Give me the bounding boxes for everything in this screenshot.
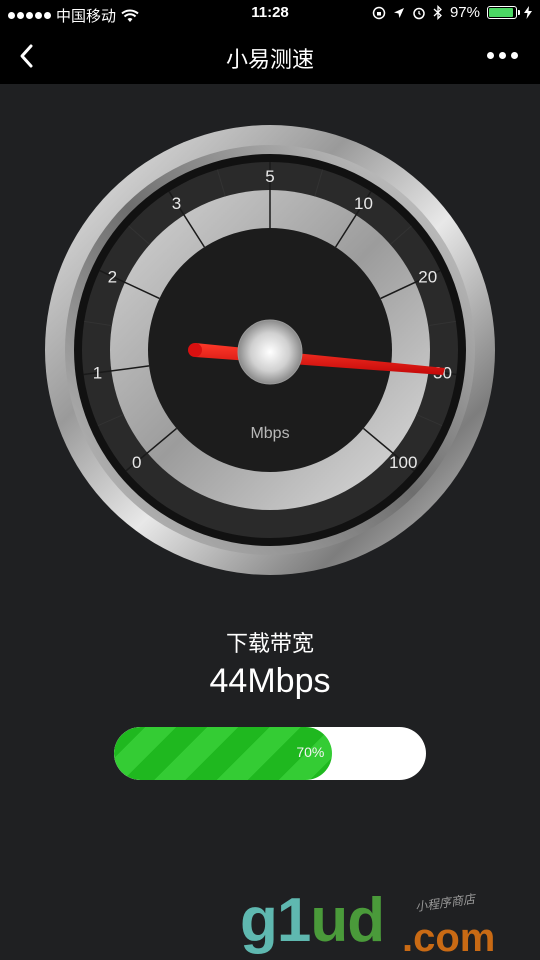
gauge-scale-label: 3: [172, 194, 181, 213]
gauge-scale-label: 1: [93, 364, 102, 383]
bandwidth-label: 下载带宽: [225, 631, 314, 656]
bandwidth-value: 44Mbps: [209, 662, 331, 700]
more-options-icon[interactable]: [487, 44, 518, 67]
watermark-brand: g1ud: [240, 886, 385, 955]
watermark-subtitle: 小程序商店: [414, 891, 476, 915]
alarm-icon: [413, 7, 425, 19]
bluetooth-icon: [433, 5, 442, 20]
battery-icon: [487, 6, 520, 19]
status-bar: 中国移动 11:28 97%: [0, 0, 540, 28]
progress-bar-fill: 70%: [114, 727, 333, 780]
gauge-scale-label: 2: [108, 267, 117, 286]
charging-icon: [524, 6, 532, 19]
watermark-domain: .com: [402, 916, 496, 960]
gauge-unit-label: Mbps: [250, 425, 289, 442]
speed-gauge: 01235102030100 Mbps: [45, 125, 495, 575]
gauge-scale-label: 20: [418, 267, 437, 286]
orientation-lock-icon: [372, 6, 386, 19]
watermark-logo: g1ud .com 小程序商店: [240, 890, 540, 960]
battery-percent: 97%: [449, 4, 480, 21]
gauge-scale-label: 10: [354, 194, 373, 213]
progress-percent: 70%: [296, 744, 325, 760]
location-icon: [393, 7, 404, 18]
gauge-scale-label: 0: [132, 453, 141, 472]
page-title: 小易测速: [225, 47, 314, 72]
nav-bar: 小易测速: [0, 28, 540, 84]
progress-track: 70%: [114, 727, 426, 780]
status-right: 97%: [372, 4, 532, 21]
gauge-scale-label: 5: [265, 167, 274, 186]
gauge-needle-tail: [188, 343, 202, 357]
gauge-scale-label: 100: [389, 453, 417, 472]
gauge-hub: [237, 319, 303, 385]
